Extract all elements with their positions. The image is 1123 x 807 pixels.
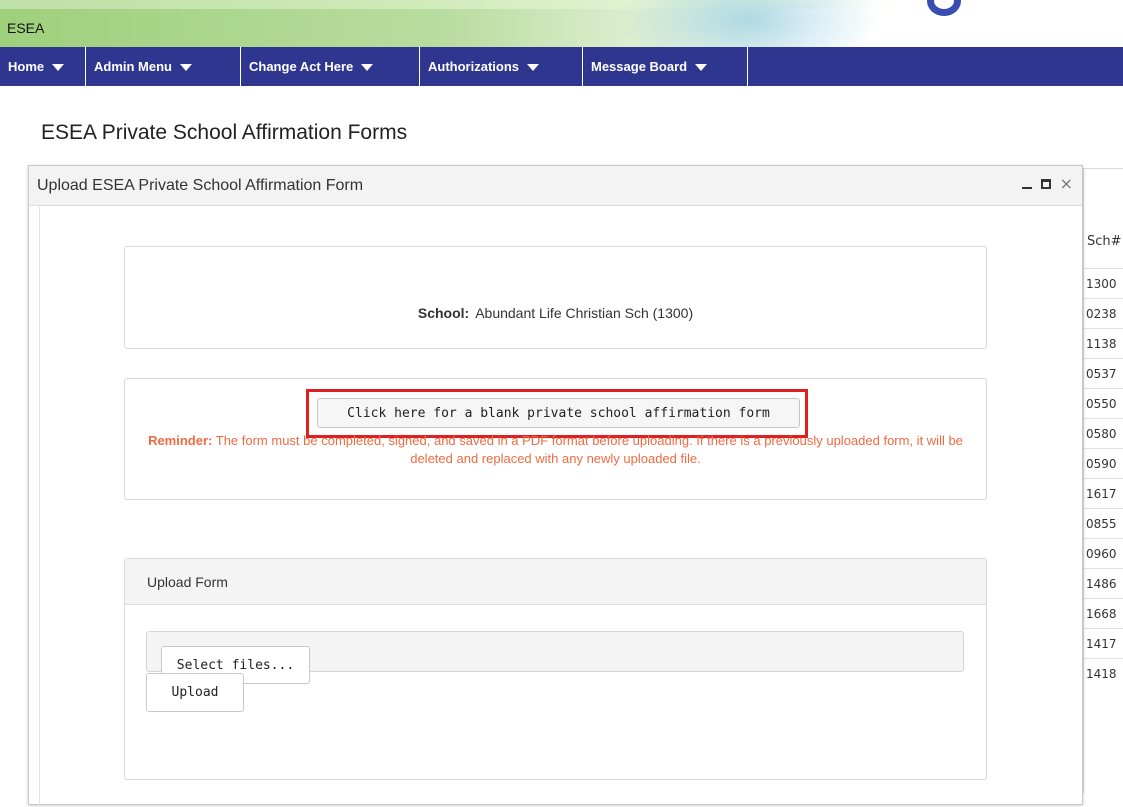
dialog-titlebar[interactable]: Upload ESEA Private School Affirmation F… (29, 166, 1082, 206)
upload-dialog: Upload ESEA Private School Affirmation F… (28, 165, 1083, 807)
nav-item-admin-menu[interactable]: Admin Menu (86, 47, 241, 86)
table-row[interactable]: 1300 (1084, 268, 1123, 298)
page-title: ESEA Private School Affirmation Forms (41, 121, 408, 144)
main-nav: Home Admin Menu Change Act Here Authoriz… (0, 47, 1123, 86)
nav-item-home[interactable]: Home (0, 47, 86, 86)
dialog-title: Upload ESEA Private School Affirmation F… (37, 177, 364, 194)
school-label: School: (417, 305, 470, 321)
table-row[interactable]: 0550 (1084, 388, 1123, 418)
table-row[interactable]: 0855 (1084, 508, 1123, 538)
nav-label: Authorizations (428, 59, 519, 74)
table-row[interactable]: 1617 (1084, 478, 1123, 508)
caret-down-icon (361, 64, 374, 71)
nav-item-authorizations[interactable]: Authorizations (420, 47, 583, 86)
table-row[interactable]: 1418 (1084, 658, 1123, 688)
dialog-content: School: Abundant Life Christian Sch (1300… (39, 207, 1069, 807)
nav-label: Admin Menu (94, 59, 172, 74)
table-row[interactable]: 0537 (1084, 358, 1123, 388)
reminder-text: The form must be completed, signed, and … (215, 433, 963, 466)
caret-down-icon (52, 64, 65, 71)
table-header-school-number[interactable]: Sch# (1084, 224, 1123, 264)
blank-form-panel: Click here for a blank private school af… (124, 378, 987, 500)
header-banner: ESEA (0, 0, 1123, 47)
app-label: ESEA (7, 20, 45, 36)
upload-panel-title: Upload Form (147, 574, 228, 590)
banner-swoosh (620, 0, 880, 47)
table-row[interactable]: 1486 (1084, 568, 1123, 598)
nav-label: Message Board (591, 59, 688, 74)
close-icon[interactable]: × (1060, 176, 1073, 192)
reminder-label: Reminder: (148, 433, 213, 448)
nav-item-change-act[interactable]: Change Act Here (241, 47, 420, 86)
highlight-box: Click here for a blank private school af… (306, 389, 808, 438)
table-row[interactable]: 0580 (1084, 418, 1123, 448)
background-table: Sch# 1300 0238 1138 0537 0550 0580 0590 … (1083, 168, 1123, 793)
blank-form-button[interactable]: Click here for a blank private school af… (317, 398, 800, 428)
upload-button[interactable]: Upload (146, 673, 244, 712)
table-row[interactable]: 1138 (1084, 328, 1123, 358)
table-row[interactable]: 0590 (1084, 448, 1123, 478)
table-row[interactable]: 0238 (1084, 298, 1123, 328)
table-row[interactable]: 1417 (1084, 628, 1123, 658)
window-controls: × (1021, 176, 1073, 192)
file-dropzone[interactable]: Select files... (146, 631, 964, 684)
caret-down-icon (527, 64, 539, 71)
maximize-icon[interactable] (1040, 179, 1051, 189)
nav-label: Change Act Here (249, 59, 354, 74)
caret-down-icon (695, 64, 708, 71)
reminder-text-block: Reminder: The form must be completed, si… (125, 432, 986, 468)
banner-band (0, 9, 1123, 47)
nav-item-message-board[interactable]: Message Board (583, 47, 748, 86)
school-panel: School: Abundant Life Christian Sch (1300… (124, 246, 987, 349)
table-row[interactable]: 1668 (1084, 598, 1123, 628)
school-value: Abundant Life Christian Sch (1300) (475, 305, 694, 321)
caret-down-icon (180, 64, 192, 71)
upload-panel-header: Upload Form (125, 559, 986, 605)
upload-panel: Upload Form Select files... Upload (124, 558, 987, 780)
nav-label: Home (8, 59, 45, 74)
minimize-icon[interactable] (1021, 178, 1032, 190)
table-row[interactable]: 0960 (1084, 538, 1123, 568)
school-line: School: Abundant Life Christian Sch (1300… (125, 305, 986, 321)
